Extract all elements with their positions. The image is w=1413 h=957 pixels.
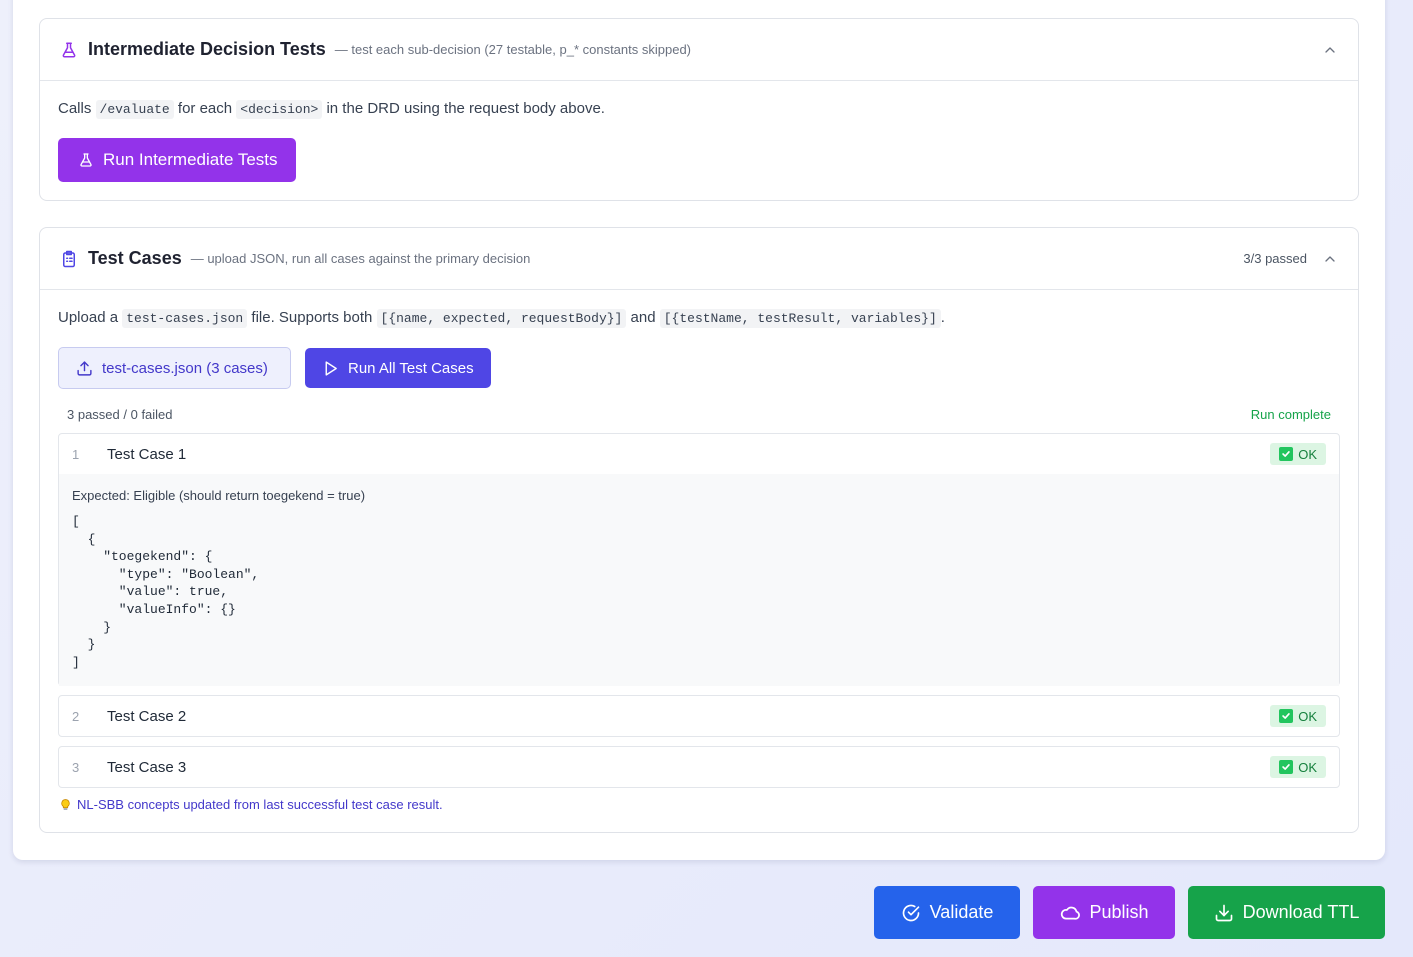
check-icon bbox=[1279, 760, 1294, 774]
test-case-detail: Expected: Eligible (should return toegek… bbox=[59, 474, 1339, 686]
lightbulb-icon bbox=[59, 798, 72, 812]
test-case-name: Test Case 3 bbox=[107, 758, 187, 776]
sync-note: NL-SBB concepts updated from last succes… bbox=[59, 797, 443, 812]
test-case-row[interactable]: 2 Test Case 2 OK bbox=[58, 695, 1340, 737]
test-case-row[interactable]: 3 Test Case 3 OK bbox=[58, 746, 1340, 788]
flask-icon bbox=[80, 153, 92, 167]
test-cases-panel: Test Cases — upload JSON, run all cases … bbox=[39, 227, 1359, 833]
upload-icon bbox=[77, 360, 92, 376]
download-ttl-button[interactable]: Download TTL bbox=[1188, 886, 1385, 939]
cloud-icon bbox=[1061, 906, 1081, 920]
test-case-number: 3 bbox=[72, 759, 80, 775]
check-icon bbox=[1279, 709, 1294, 723]
upload-test-cases-button[interactable]: test-cases.json (3 cases) bbox=[58, 347, 291, 389]
test-case-number: 1 bbox=[72, 446, 80, 462]
clipboard-icon bbox=[60, 250, 78, 268]
check-circle-icon bbox=[902, 904, 919, 921]
test-case-name: Test Case 2 bbox=[107, 707, 187, 725]
test-cases-header[interactable]: Test Cases — upload JSON, run all cases … bbox=[40, 228, 1358, 290]
play-icon bbox=[325, 360, 337, 376]
test-case-header[interactable]: 3 Test Case 3 OK bbox=[59, 747, 1339, 787]
test-case-result-json: [ { "toegekend": { "type": "Boolean", "v… bbox=[72, 514, 260, 670]
intermediate-tests-panel: Intermediate Decision Tests — test each … bbox=[39, 18, 1359, 201]
test-case-expected: Expected: Eligible (should return toegek… bbox=[72, 488, 366, 503]
status-badge: OK bbox=[1270, 705, 1326, 727]
test-cases-subtitle: — upload JSON, run all cases against the… bbox=[190, 251, 531, 266]
intermediate-tests-description: Calls /evaluate for each <decision> in t… bbox=[58, 100, 605, 119]
check-icon bbox=[1279, 447, 1294, 461]
run-intermediate-tests-button[interactable]: Run Intermediate Tests bbox=[58, 138, 296, 182]
publish-button[interactable]: Publish bbox=[1033, 886, 1175, 939]
chevron-up-icon[interactable] bbox=[1322, 251, 1338, 267]
chevron-up-icon[interactable] bbox=[1322, 42, 1338, 58]
status-badge: OK bbox=[1270, 756, 1326, 778]
validate-button[interactable]: Validate bbox=[874, 886, 1020, 939]
download-icon bbox=[1215, 904, 1232, 921]
test-cases-title: Test Cases bbox=[88, 248, 182, 268]
status-badge: OK bbox=[1270, 443, 1326, 465]
intermediate-tests-subtitle: — test each sub-decision (27 testable, p… bbox=[334, 42, 692, 57]
run-all-test-cases-button[interactable]: Run All Test Cases bbox=[305, 348, 491, 388]
test-cases-description: Upload a test-cases.json file. Supports … bbox=[58, 309, 945, 328]
flask-icon bbox=[60, 41, 78, 59]
test-case-number: 2 bbox=[72, 708, 80, 724]
test-case-row: 1 Test Case 1 OK Expected: Eligible (sho… bbox=[58, 433, 1340, 686]
run-status: Run complete bbox=[1250, 407, 1331, 422]
run-summary: 3 passed / 0 failed bbox=[67, 407, 173, 422]
passed-count: 3/3 passed bbox=[1243, 251, 1307, 266]
intermediate-tests-header[interactable]: Intermediate Decision Tests — test each … bbox=[40, 19, 1358, 81]
test-case-name: Test Case 1 bbox=[107, 445, 187, 463]
test-case-header[interactable]: 1 Test Case 1 OK bbox=[59, 434, 1339, 474]
intermediate-tests-title: Intermediate Decision Tests bbox=[88, 39, 326, 59]
test-case-header[interactable]: 2 Test Case 2 OK bbox=[59, 696, 1339, 736]
